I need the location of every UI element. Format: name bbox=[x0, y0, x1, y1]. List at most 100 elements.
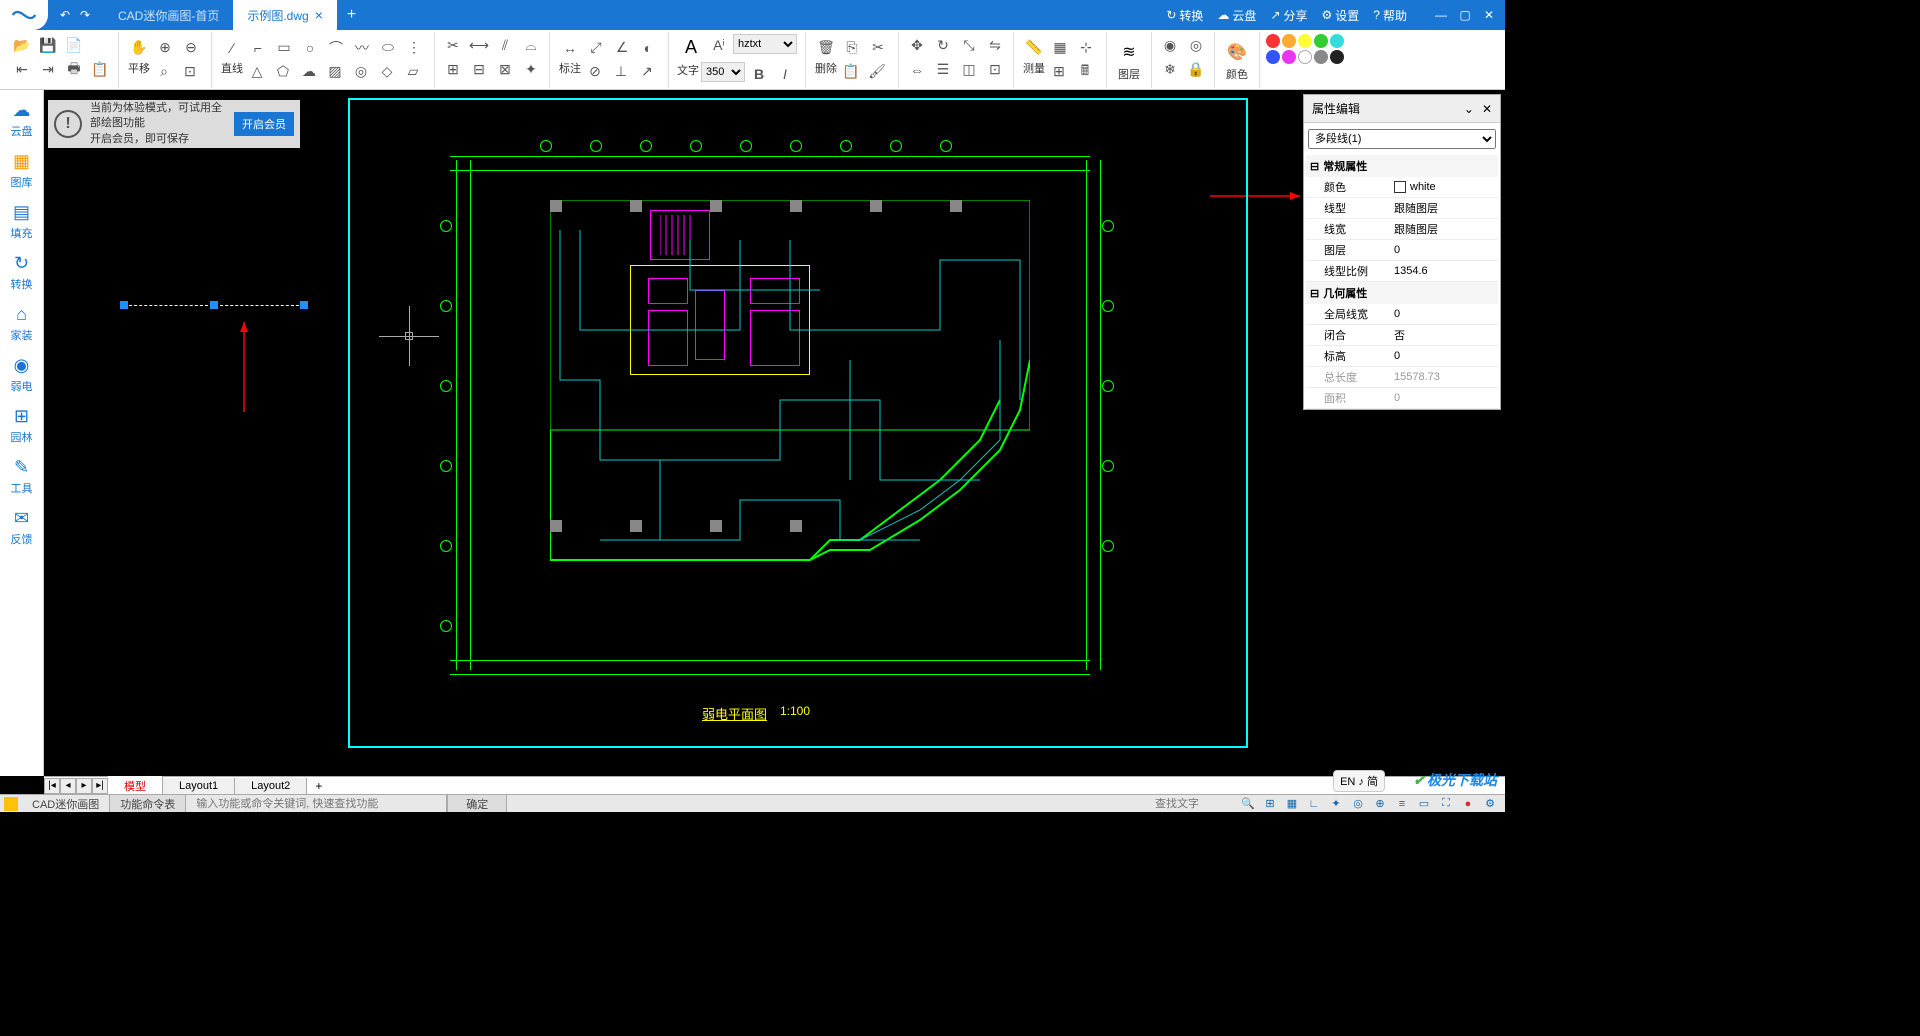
zoom-window-button[interactable]: ⌕ bbox=[152, 60, 176, 84]
sidebar-home[interactable]: ⌂家装 bbox=[0, 298, 43, 349]
spline-button[interactable]: 〰 bbox=[350, 36, 374, 60]
layout1-tab[interactable]: Layout1 bbox=[163, 778, 235, 794]
dim-aligned-button[interactable]: ⤢ bbox=[584, 36, 608, 60]
pan-hand-button[interactable]: ✋ bbox=[127, 36, 151, 60]
dim-diameter-button[interactable]: ⊘ bbox=[583, 60, 607, 84]
align-button[interactable]: ☰ bbox=[931, 58, 955, 82]
sidebar-electric[interactable]: ◉弱电 bbox=[0, 349, 43, 400]
fullscreen-toggle[interactable]: ⛶ bbox=[1437, 796, 1455, 812]
font-name-select[interactable]: hztxt bbox=[733, 34, 797, 54]
break-button[interactable]: ⊟ bbox=[467, 58, 491, 82]
lwt-toggle[interactable]: ≡ bbox=[1393, 796, 1411, 812]
cloud-button[interactable]: ☁ bbox=[297, 60, 321, 84]
dim-radius-button[interactable]: ◐ bbox=[636, 36, 660, 60]
mtext-button[interactable]: Aⁱ bbox=[707, 34, 731, 58]
layer-off-button[interactable]: ◎ bbox=[1184, 34, 1208, 58]
sidebar-tools[interactable]: ✎工具 bbox=[0, 451, 43, 502]
leader-button[interactable]: ↗ bbox=[635, 60, 659, 84]
dim-angular-button[interactable]: ∠ bbox=[610, 36, 634, 60]
command-input[interactable] bbox=[196, 798, 436, 810]
area-button[interactable]: ▦ bbox=[1048, 36, 1072, 60]
help-button[interactable]: ?帮助 bbox=[1373, 7, 1407, 24]
add-tab-button[interactable]: + bbox=[337, 0, 366, 30]
prop-ltscale[interactable]: 线型比例1354.6 bbox=[1306, 261, 1498, 282]
command-tab[interactable]: 功能命令表 bbox=[110, 795, 186, 812]
cloud-button[interactable]: ☁云盘 bbox=[1217, 7, 1256, 24]
new-button[interactable]: 📄 bbox=[62, 34, 86, 58]
zoom-out-button[interactable]: ⊖ bbox=[179, 36, 203, 60]
color-button[interactable]: 🎨 bbox=[1223, 38, 1251, 66]
close-button[interactable]: ✕ bbox=[1479, 5, 1499, 25]
settings-button[interactable]: ⚙设置 bbox=[1322, 7, 1360, 24]
text-button[interactable]: A bbox=[677, 34, 705, 62]
otrack-toggle[interactable]: ⊕ bbox=[1371, 796, 1389, 812]
layer-freeze-button[interactable]: ❄ bbox=[1158, 58, 1182, 82]
sidebar-convert[interactable]: ↻转换 bbox=[0, 247, 43, 298]
model-tab[interactable]: 模型 bbox=[108, 776, 163, 796]
table-button[interactable]: ⊞ bbox=[1047, 60, 1071, 84]
color-swatch-blue[interactable] bbox=[1266, 50, 1280, 64]
color-swatch-white[interactable] bbox=[1298, 50, 1312, 64]
layer-on-button[interactable]: ◉ bbox=[1158, 34, 1182, 58]
prop-layer[interactable]: 图层0 bbox=[1306, 240, 1498, 261]
offset-button[interactable]: ⫽ bbox=[493, 34, 517, 58]
paste-button[interactable]: 📋 bbox=[839, 60, 863, 84]
color-swatch-yellow[interactable] bbox=[1298, 34, 1312, 48]
color-swatch-orange[interactable] bbox=[1282, 34, 1296, 48]
grip-end[interactable] bbox=[300, 301, 308, 309]
dim-ordinate-button[interactable]: ⊥ bbox=[609, 60, 633, 84]
rect-button[interactable]: ▭ bbox=[272, 36, 296, 60]
export-button[interactable]: ⇥ bbox=[36, 58, 60, 82]
undo-button[interactable]: ↶ bbox=[56, 6, 74, 24]
tab-home[interactable]: CAD迷你画图-首页 bbox=[104, 0, 233, 30]
coord-button[interactable]: ⊹ bbox=[1074, 36, 1098, 60]
sidebar-feedback[interactable]: ✉反馈 bbox=[0, 502, 43, 553]
search-icon[interactable]: 🔍 bbox=[1239, 796, 1257, 812]
copy-button[interactable]: ⎘ bbox=[840, 36, 864, 60]
bold-button[interactable]: B bbox=[747, 62, 771, 86]
add-layout-button[interactable]: + bbox=[307, 777, 330, 795]
dim-linear-button[interactable]: ↔ bbox=[558, 36, 582, 60]
calc-button[interactable]: 🖩 bbox=[1073, 60, 1097, 84]
prop-lineweight[interactable]: 线宽跟随图层 bbox=[1306, 219, 1498, 240]
record-toggle[interactable]: ● bbox=[1459, 796, 1477, 812]
find-input[interactable] bbox=[1155, 798, 1235, 810]
model-toggle[interactable]: ▭ bbox=[1415, 796, 1433, 812]
prop-elevation[interactable]: 标高0 bbox=[1306, 346, 1498, 367]
color-swatch-magenta[interactable] bbox=[1282, 50, 1296, 64]
matchprop-button[interactable]: 🖌 bbox=[865, 60, 889, 84]
trim-button[interactable]: ✂ bbox=[441, 34, 465, 58]
rotate-button[interactable]: ↻ bbox=[931, 34, 955, 58]
prop-globalwidth[interactable]: 全局线宽0 bbox=[1306, 304, 1498, 325]
polygon-button[interactable]: ⬠ bbox=[271, 60, 295, 84]
minimize-button[interactable]: — bbox=[1431, 5, 1451, 25]
close-icon[interactable]: × bbox=[315, 7, 323, 23]
dist-button[interactable]: 📏 bbox=[1022, 36, 1046, 60]
convert-button[interactable]: ↻转换 bbox=[1166, 7, 1203, 24]
delete-button[interactable]: 🗑 bbox=[814, 36, 838, 60]
print-button[interactable]: 🖶 bbox=[62, 58, 86, 82]
zoom-in-button[interactable]: ⊕ bbox=[153, 36, 177, 60]
circle-button[interactable]: ○ bbox=[298, 36, 322, 60]
donut-button[interactable]: ◎ bbox=[349, 60, 373, 84]
move-button[interactable]: ✥ bbox=[905, 34, 929, 58]
stretch-button[interactable]: ⇔ bbox=[905, 58, 929, 82]
polar-toggle[interactable]: ✦ bbox=[1327, 796, 1345, 812]
ime-badge[interactable]: EN ♪ 简 bbox=[1333, 770, 1385, 792]
chevron-down-icon[interactable]: ⌄ bbox=[1464, 102, 1474, 116]
section-geometry[interactable]: ⊟几何属性 bbox=[1306, 282, 1498, 304]
cut-button[interactable]: ✂ bbox=[866, 36, 890, 60]
open-button[interactable]: 📂 bbox=[10, 34, 34, 58]
mirror-button[interactable]: ⇋ bbox=[983, 34, 1007, 58]
sidebar-gallery[interactable]: ▦图库 bbox=[0, 145, 43, 196]
layout2-tab[interactable]: Layout2 bbox=[235, 778, 307, 794]
shape1-button[interactable]: ◇ bbox=[375, 60, 399, 84]
grip-mid[interactable] bbox=[210, 301, 218, 309]
line-button[interactable]: ∕ bbox=[220, 36, 244, 60]
first-tab-button[interactable]: |◂ bbox=[44, 778, 60, 794]
pdf-button[interactable]: 📋 bbox=[88, 58, 112, 82]
last-tab-button[interactable]: ▸| bbox=[92, 778, 108, 794]
arc-button[interactable]: ⌒ bbox=[324, 36, 348, 60]
group-button[interactable]: ◫ bbox=[957, 58, 981, 82]
fillet-button[interactable]: ⌓ bbox=[519, 34, 543, 58]
